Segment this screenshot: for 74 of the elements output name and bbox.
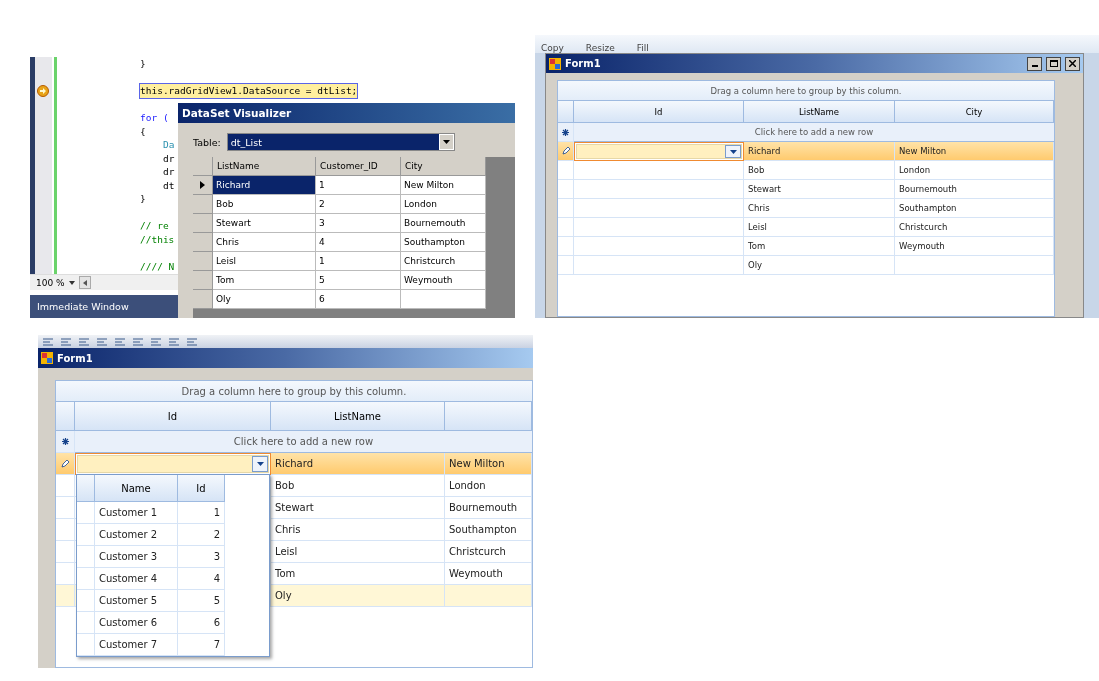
table-cell: Richard [213, 176, 316, 195]
new-row-prompt[interactable]: Click here to add a new row [574, 123, 1054, 142]
column-header[interactable]: City [401, 157, 486, 176]
list-cell: 7 [178, 634, 225, 656]
code-line: Da [163, 138, 175, 152]
panel-title: Immediate Window [37, 301, 129, 313]
list-row[interactable]: Customer 4 4 [77, 568, 269, 590]
table-cell: Oly [213, 290, 316, 309]
grid-row[interactable]: Stewart Bournemouth [558, 180, 1054, 199]
window-title: Form1 [565, 58, 602, 69]
table-cell: Tom [213, 271, 316, 290]
list-row[interactable]: Customer 2 2 [77, 524, 269, 546]
table-cell: Weymouth [401, 271, 486, 290]
column-header[interactable]: Name [95, 475, 178, 502]
list-row[interactable]: Customer 7 7 [77, 634, 269, 656]
window-title: DataSet Visualizer [182, 107, 292, 119]
list-row[interactable]: Customer 3 3 [77, 546, 269, 568]
column-header[interactable]: City [895, 101, 1054, 123]
list-row[interactable]: Customer 1 1 [77, 502, 269, 524]
table-cell: 6 [316, 290, 401, 309]
column-header[interactable]: ListName [213, 157, 316, 176]
code-line: for ( [140, 111, 169, 125]
table-cell: Chris [213, 233, 316, 252]
column-header[interactable]: ListName [271, 402, 445, 431]
ribbon-label[interactable]: Resize [585, 43, 615, 53]
table-cell: 3 [316, 214, 401, 233]
table-cell: Southampton [401, 233, 486, 252]
zoom-level[interactable]: 100 % [36, 277, 65, 288]
grid-row[interactable]: Tom Weymouth [558, 237, 1054, 256]
code-line: { [140, 124, 146, 138]
ribbon-label[interactable]: Fill [636, 43, 649, 53]
table-cell: 1 [316, 252, 401, 271]
grid-row[interactable]: Bob London [558, 161, 1054, 180]
code-line: } [140, 57, 146, 71]
code-comment: // re [140, 219, 169, 233]
table-cell: 5 [316, 271, 401, 290]
grid-row[interactable]: Richard New Milton [56, 453, 532, 475]
list-row[interactable]: Customer 6 6 [77, 612, 269, 634]
table-label: Table: [193, 136, 221, 148]
table-cell: London [401, 195, 486, 214]
ribbon-label[interactable]: Copy [541, 43, 564, 53]
list-row[interactable]: Customer 5 5 [77, 590, 269, 612]
group-hint: Drag a column here to group by this column. [710, 85, 902, 96]
column-header[interactable]: ListName [744, 101, 895, 123]
column-header[interactable]: Id [75, 402, 271, 431]
code-comment: //// N [140, 259, 175, 273]
table-cell: Oly [271, 585, 445, 607]
group-hint: Drag a column here to group by this column. [181, 385, 407, 397]
table-cell: Bournemouth [401, 214, 486, 233]
code-line: dt [163, 178, 175, 192]
table-cell: Leisl [213, 252, 316, 271]
column-header[interactable]: Id [574, 101, 744, 123]
table-cell: 2 [316, 195, 401, 214]
grid-row[interactable]: Oly [558, 256, 1054, 275]
new-row-prompt[interactable]: Click here to add a new row [75, 431, 532, 453]
table-cell: Stewart [213, 214, 316, 233]
code-line: dr [163, 151, 175, 165]
table-select[interactable]: dt_List [226, 133, 455, 151]
column-header[interactable]: Id [178, 475, 225, 502]
code-comment: //this [140, 232, 175, 246]
list-cell: Customer 7 [95, 634, 178, 656]
table-cell: Christcurch [401, 252, 486, 271]
grid-row[interactable]: Richard New Milton [558, 142, 1054, 161]
column-header[interactable]: Customer_ID [316, 157, 401, 176]
table-cell: Bob [213, 195, 316, 214]
table-cell: New Milton [401, 176, 486, 195]
window-title: Form1 [57, 352, 94, 364]
table-cell: 4 [316, 233, 401, 252]
table-cell: 1 [316, 176, 401, 195]
grid-row[interactable]: Chris Southampton [558, 199, 1054, 218]
grid-row[interactable]: Leisl Christcurch [558, 218, 1054, 237]
code-line: } [140, 192, 146, 206]
table-cell: Oly [744, 256, 895, 275]
code-line: dr [163, 165, 175, 179]
